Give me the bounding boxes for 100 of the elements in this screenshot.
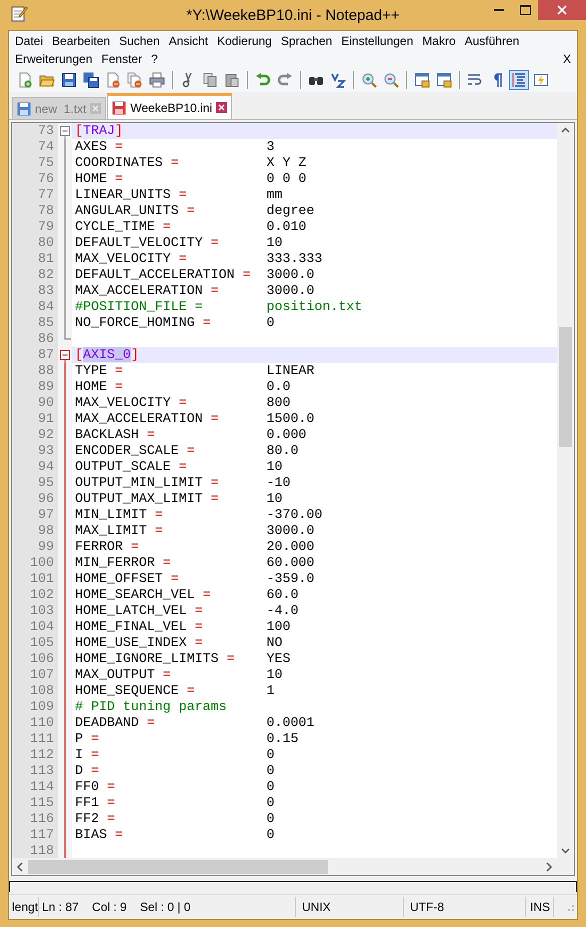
equals-sign: = [202, 587, 211, 602]
ini-key: LINEAR_UNITS [75, 187, 171, 202]
equals-sign: = [242, 267, 251, 282]
ini-key: DEFAULT_VELOCITY [75, 235, 203, 250]
line-number: 95 [12, 475, 58, 491]
file-tab[interactable]: WeekeBP10.ini [107, 93, 232, 119]
ini-value: 333.333 [266, 251, 322, 266]
ini-key: MAX_LIMIT [75, 523, 147, 538]
ini-value: NO [266, 635, 282, 650]
equals-sign: = [146, 715, 155, 730]
ini-key: DEADBAND [75, 715, 139, 730]
line-number: 93 [12, 443, 58, 459]
line-number: 118 [12, 843, 58, 858]
resize-grip-icon[interactable] [565, 902, 575, 912]
menu-item[interactable]: Einstellungen [338, 34, 420, 48]
menu-item[interactable]: Makro [419, 34, 462, 48]
floppy-disks-icon[interactable] [81, 70, 101, 90]
ini-key: ENCODER_SCALE [75, 443, 179, 458]
equals-sign: = [106, 811, 115, 826]
equals-sign: = [194, 619, 203, 634]
close-button[interactable] [538, 0, 586, 20]
line-number: 82 [12, 267, 58, 283]
equals-sign: = [90, 747, 99, 762]
equals-sign: = [194, 299, 203, 314]
ini-value: X Y Z [266, 155, 306, 170]
menu-item[interactable]: Suchen [116, 34, 166, 48]
equals-sign: = [114, 139, 123, 154]
ini-value: 0 [266, 763, 274, 778]
line-number: 90 [12, 395, 58, 411]
menu-item[interactable]: Bearbeiten [49, 34, 116, 48]
ini-key: MAX_ACCELERATION [75, 283, 203, 298]
scrollbar-thumb[interactable] [559, 327, 572, 447]
equals-sign: = [114, 363, 123, 378]
equals-sign: = [226, 651, 235, 666]
line-number: 109 [12, 699, 58, 715]
line-number: 99 [12, 539, 58, 555]
maximize-icon [520, 5, 530, 15]
line-number: 76 [12, 171, 58, 187]
line-number: 78 [12, 203, 58, 219]
fold-toggle[interactable] [58, 347, 72, 363]
ini-value: LINEAR [266, 363, 314, 378]
ini-value: 10 [266, 667, 282, 682]
fold-toggle[interactable] [58, 123, 72, 139]
equals-sign: = [162, 555, 171, 570]
equals-sign: = [106, 779, 115, 794]
ini-key: HOME_LATCH_VEL [75, 603, 187, 618]
ini-value: YES [266, 651, 290, 666]
ini-value: -10 [266, 475, 290, 490]
line-number: 88 [12, 363, 58, 379]
ini-key: FF1 [75, 795, 99, 810]
section-bracket: ] [114, 123, 123, 138]
equals-sign: = [210, 411, 219, 426]
menu-item[interactable]: Fenster [98, 52, 148, 66]
menu-item[interactable]: Ausführen [462, 34, 526, 48]
vertical-scrollbar[interactable] [557, 123, 574, 858]
ini-key: BIAS [75, 827, 107, 842]
menu-item[interactable]: Kodierung [214, 34, 278, 48]
menu-item[interactable]: Ansicht [166, 34, 214, 48]
line-number: 85 [12, 315, 58, 331]
line-number: 77 [12, 187, 58, 203]
minimize-icon [494, 9, 504, 11]
ini-key: P [75, 731, 83, 746]
menu-item[interactable]: ? [148, 52, 164, 66]
ini-key: HOME [75, 379, 107, 394]
equals-sign: = [154, 523, 163, 538]
menu-item[interactable]: Erweiterungen [12, 52, 98, 66]
printer-icon[interactable] [147, 70, 167, 90]
line-number: 84 [12, 299, 58, 315]
scrollbar-thumb[interactable] [28, 860, 328, 874]
indent-guide-icon[interactable] [509, 70, 529, 90]
ini-value: 10 [266, 459, 282, 474]
ini-key: NO_FORCE_HOMING [75, 315, 195, 330]
close-icon[interactable] [216, 102, 228, 113]
ini-key: OUTPUT_SCALE [75, 459, 171, 474]
equals-sign: = [106, 795, 115, 810]
equals-sign: = [178, 395, 187, 410]
line-number: 83 [12, 283, 58, 299]
line-number: 98 [12, 523, 58, 539]
close-document-button[interactable]: X [562, 52, 577, 66]
line-number: 108 [12, 683, 58, 699]
ini-value: 0 [266, 811, 274, 826]
ini-value: -4.0 [266, 603, 298, 618]
ini-key: HOME [75, 171, 107, 186]
line-number: 116 [12, 811, 58, 827]
ini-value: 60.0 [266, 587, 298, 602]
ini-key: OUTPUT_MAX_LIMIT [75, 491, 203, 506]
line-number: 96 [12, 491, 58, 507]
ini-value: position.txt [266, 299, 362, 314]
line-number: 87 [12, 347, 58, 363]
section-bracket: [ [75, 123, 83, 138]
equals-sign: = [178, 187, 187, 202]
section-name: TRAJ [82, 123, 115, 138]
ini-value: 1500.0 [266, 411, 314, 426]
horizontal-scrollbar[interactable] [12, 858, 574, 875]
equals-sign: = [130, 539, 139, 554]
ini-key: ANGULAR_UNITS [75, 203, 179, 218]
section-bracket: [ [75, 347, 83, 362]
ini-key: HOME_SEQUENCE [75, 683, 179, 698]
menu-item[interactable]: Datei [12, 34, 50, 48]
menu-item[interactable]: Sprachen [278, 34, 338, 48]
